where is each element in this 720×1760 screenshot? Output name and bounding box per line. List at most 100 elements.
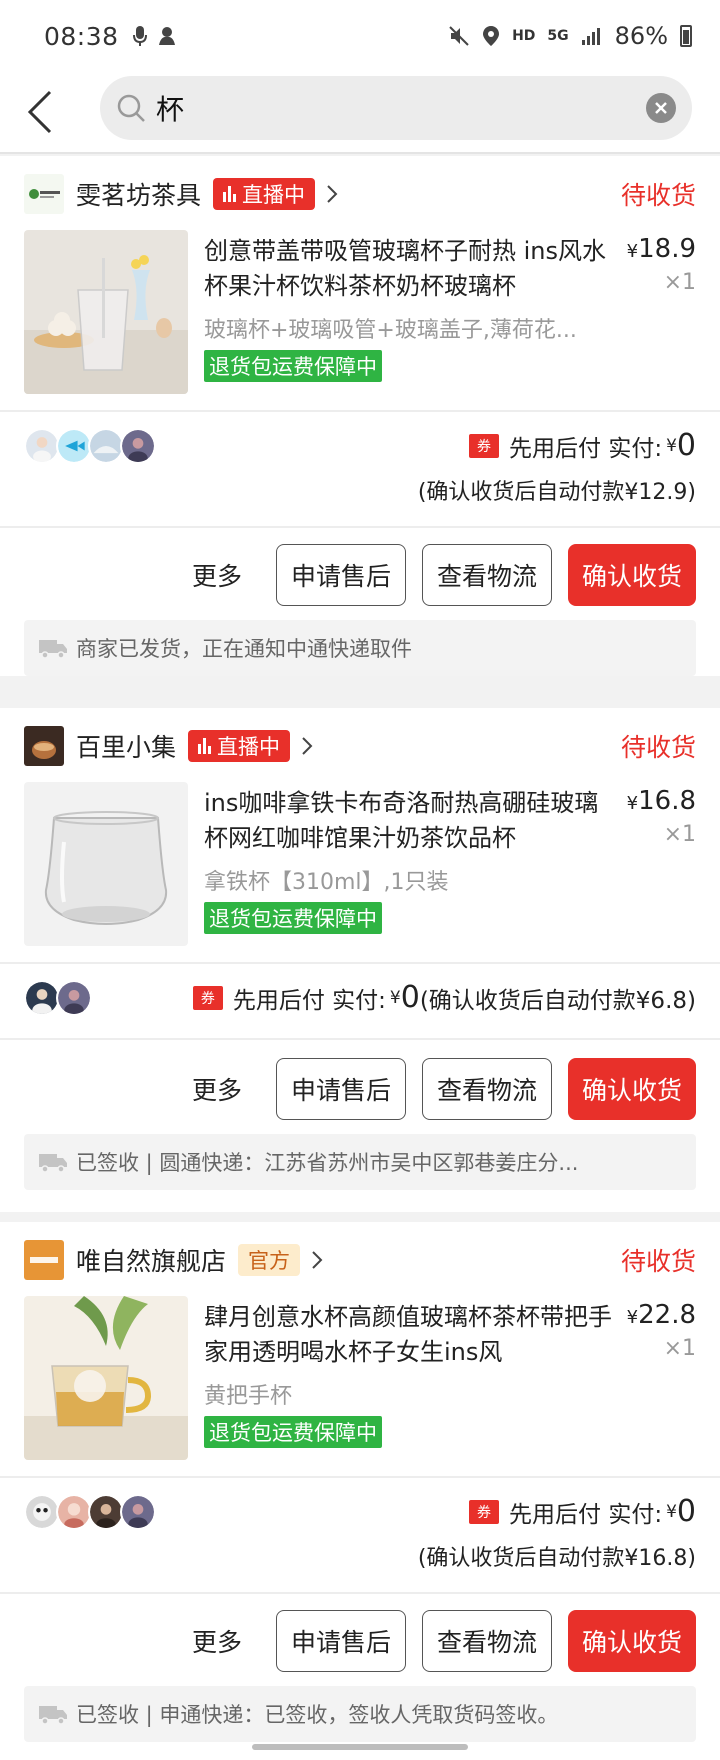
shop-name: 百里小集: [76, 733, 177, 762]
order-actions: 更多 申请售后 查看物流 确认收货: [192, 544, 696, 606]
divider: [0, 1038, 720, 1040]
order-actions: 更多 申请售后 查看物流 确认收货: [192, 1610, 696, 1672]
battery-level: 86%: [614, 22, 668, 50]
truck-icon: [39, 1706, 67, 1725]
shop-logo: [24, 726, 64, 766]
clear-search-button[interactable]: [646, 93, 676, 123]
auto-pay-note: (确认收货后自动付款¥12.9): [417, 480, 696, 505]
currency-symbol: ¥: [626, 241, 639, 262]
return-shipping-guarantee-badge: 退货包运费保障中: [204, 350, 382, 382]
product-quantity: ×1: [663, 270, 696, 295]
buyer-avatars[interactable]: [24, 428, 156, 464]
more-button[interactable]: 更多: [192, 1071, 242, 1107]
shop-header[interactable]: 唯自然旗舰店 官方: [24, 1240, 324, 1280]
product-title[interactable]: 创意带盖带吸管玻璃杯子耐热 ins风水杯果汁杯饮料茶杯奶杯玻璃杯: [204, 234, 616, 304]
product-sku: 玻璃杯+玻璃吸管+玻璃盖子,薄荷花...: [204, 318, 577, 343]
order-card[interactable]: 雯茗坊茶具 直播中 待收货 创意带盖带吸管玻璃杯子耐热 ins风水杯果汁杯饮料茶…: [0, 156, 720, 676]
apply-after-sale-button[interactable]: 申请售后: [275, 544, 406, 606]
more-button[interactable]: 更多: [192, 1623, 242, 1659]
pay-later-label: 先用后付 实付:: [509, 435, 663, 462]
chevron-right-icon: [312, 1251, 323, 1269]
logistics-info[interactable]: 已签收 | 圆通快递：江苏省苏州市吴中区郭巷姜庄分...: [24, 1134, 696, 1190]
order-card[interactable]: 百里小集 直播中 待收货 ins咖啡拿铁卡布奇洛耐热高硼硅玻璃杯网红咖啡馆果汁奶…: [0, 708, 720, 1212]
avatar: [88, 1494, 124, 1530]
avatar: [88, 428, 124, 464]
avatar: [120, 428, 156, 464]
avatar: [56, 1494, 92, 1530]
coupon-badge: 券: [192, 985, 223, 1010]
currency-symbol: ¥: [389, 987, 401, 1008]
apply-after-sale-button[interactable]: 申请售后: [275, 1058, 406, 1120]
pay-later-label: 先用后付 实付:: [509, 1501, 663, 1528]
confirm-receipt-button[interactable]: 确认收货: [567, 544, 696, 606]
more-button[interactable]: 更多: [192, 557, 242, 593]
confirm-receipt-button[interactable]: 确认收货: [567, 1058, 696, 1120]
logistics-info[interactable]: 商家已发货，正在通知中通快递取件: [24, 620, 696, 676]
price-value: 16.8: [638, 786, 696, 816]
price-value: 22.8: [638, 1300, 696, 1330]
currency-symbol: ¥: [626, 793, 639, 814]
shop-header[interactable]: 百里小集 直播中: [24, 726, 314, 766]
buyer-avatars[interactable]: [24, 980, 92, 1016]
truck-icon: [39, 640, 67, 659]
live-badge[interactable]: 直播中: [213, 178, 316, 210]
payment-summary: 券 先用后付 实付: ¥ 0 (确认收货后自动付款¥6.8): [192, 980, 696, 1015]
product-image[interactable]: [24, 1296, 188, 1460]
search-icon: [117, 94, 145, 122]
payment-summary: 券 先用后付 实付: ¥ 0: [469, 428, 696, 463]
order-status: 待收货: [620, 181, 696, 210]
divider: [0, 526, 720, 528]
hd-indicator: HD: [512, 28, 536, 44]
order-card[interactable]: 唯自然旗舰店 官方 待收货 肆月创意水杯高颜值玻璃杯茶杯带把手家用透明喝水杯子女…: [0, 1222, 720, 1760]
battery-icon: [680, 25, 692, 47]
price-value: 18.9: [638, 234, 696, 264]
order-actions: 更多 申请售后 查看物流 确认收货: [192, 1058, 696, 1120]
confirm-receipt-button[interactable]: 确认收货: [567, 1610, 696, 1672]
shop-name: 雯茗坊茶具: [76, 181, 202, 210]
product-price: ¥18.9: [627, 234, 696, 264]
logistics-info[interactable]: 已签收 | 申通快递：已签收，签收人凭取货码签收。: [24, 1686, 696, 1742]
microphone-icon: [132, 26, 147, 46]
order-status: 待收货: [620, 733, 696, 762]
product-price: ¥16.8: [627, 786, 696, 816]
return-shipping-guarantee-badge: 退货包运费保障中: [204, 902, 382, 934]
app-notification-icon: [158, 27, 175, 45]
back-arrow-icon[interactable]: [22, 84, 62, 140]
coupon-badge: 券: [469, 1499, 500, 1524]
live-badge-label: 直播中: [217, 735, 281, 759]
buyer-avatars[interactable]: [24, 1494, 156, 1530]
currency-symbol: ¥: [626, 1307, 639, 1328]
apply-after-sale-button[interactable]: 申请售后: [275, 1610, 406, 1672]
avatar: [24, 980, 60, 1016]
signal-icon: [581, 28, 600, 45]
shop-header[interactable]: 雯茗坊茶具 直播中: [24, 174, 339, 214]
search-input[interactable]: [156, 91, 616, 125]
divider: [0, 962, 720, 964]
payment-summary: 券 先用后付 实付: ¥ 0: [469, 1494, 696, 1529]
product-sku: 黄把手杯: [204, 1384, 293, 1409]
search-bar[interactable]: [100, 76, 692, 140]
product-image[interactable]: [24, 782, 188, 946]
paid-amount: 0: [676, 428, 696, 463]
shop-name: 唯自然旗舰店: [76, 1247, 227, 1276]
product-title[interactable]: 肆月创意水杯高颜值玻璃杯茶杯带把手家用透明喝水杯子女生ins风: [204, 1300, 616, 1370]
close-icon: [655, 102, 667, 114]
live-bars-icon: [223, 186, 237, 202]
auto-pay-note: (确认收货后自动付款¥16.8): [417, 1546, 696, 1571]
location-icon: [483, 26, 500, 46]
avatar: [24, 1494, 60, 1530]
home-indicator[interactable]: [252, 1744, 468, 1750]
view-logistics-button[interactable]: 查看物流: [421, 1058, 552, 1120]
chevron-right-icon: [302, 737, 313, 755]
view-logistics-button[interactable]: 查看物流: [421, 544, 552, 606]
avatar: [56, 980, 92, 1016]
avatar: [120, 1494, 156, 1530]
product-title[interactable]: ins咖啡拿铁卡布奇洛耐热高硼硅玻璃杯网红咖啡馆果汁奶茶饮品杯: [204, 786, 616, 856]
view-logistics-button[interactable]: 查看物流: [421, 1610, 552, 1672]
chevron-right-icon: [327, 185, 338, 203]
auto-pay-note: (确认收货后自动付款¥6.8): [419, 987, 696, 1014]
live-badge[interactable]: 直播中: [188, 730, 291, 762]
avatar: [24, 428, 60, 464]
product-image[interactable]: [24, 230, 188, 394]
divider: [0, 1476, 720, 1478]
